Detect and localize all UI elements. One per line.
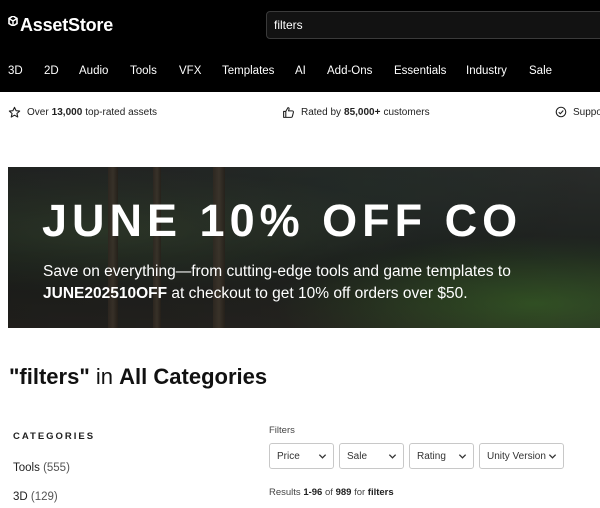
- rating-filter-dropdown[interactable]: Rating: [409, 443, 474, 469]
- top-header: AssetStore filters 3D 2D Audio Tools VFX…: [0, 0, 600, 92]
- nav-item-add-ons[interactable]: Add-Ons: [327, 65, 372, 77]
- banner-line-2: JUNE202510OFF at checkout to get 10% off…: [43, 283, 511, 305]
- nav-item-2d[interactable]: 2D: [44, 65, 59, 77]
- rated-count: 85,000+: [344, 106, 381, 118]
- nav-item-essentials[interactable]: Essentials: [394, 65, 446, 77]
- search-input-value: filters: [274, 18, 303, 32]
- category-item-3d[interactable]: 3D (129): [13, 491, 58, 503]
- nav-item-ai[interactable]: AI: [295, 65, 306, 77]
- category-label: Tools: [13, 462, 40, 474]
- results-query: filters: [367, 487, 394, 498]
- dropdown-label: Price: [277, 450, 300, 462]
- results-prefix: Results: [269, 487, 301, 498]
- search-input[interactable]: filters: [266, 11, 600, 39]
- dropdown-label: Unity Version: [487, 450, 546, 462]
- nav-item-templates[interactable]: Templates: [222, 65, 274, 77]
- results-heading-in: in: [95, 364, 114, 389]
- results-heading: "filters" in All Categories: [9, 364, 267, 390]
- categories-title: CATEGORIES: [13, 431, 96, 442]
- chevron-down-icon: [548, 454, 557, 459]
- nav-item-tools[interactable]: Tools: [130, 65, 157, 77]
- results-of: of: [324, 487, 333, 498]
- dropdown-label: Rating: [417, 450, 446, 462]
- results-total: 989: [335, 487, 352, 498]
- assets-prefix: Over: [27, 106, 49, 118]
- banner-title: JUNE 10% OFF CO: [42, 195, 523, 246]
- unity-version-filter-dropdown[interactable]: Unity Version: [479, 443, 564, 469]
- filters-label: Filters: [269, 425, 295, 436]
- check-circle-icon: [555, 106, 567, 118]
- results-heading-scope: All Categories: [119, 364, 268, 389]
- chevron-down-icon: [458, 454, 467, 459]
- price-filter-dropdown[interactable]: Price: [269, 443, 334, 469]
- nav-item-sale[interactable]: Sale: [529, 65, 552, 77]
- top-rated-assets-note: Over 13,000 top-rated assets: [8, 99, 157, 125]
- chevron-down-icon: [388, 454, 397, 459]
- category-count: (555): [43, 462, 70, 474]
- customer-rating-note: Rated by 85,000+ customers: [282, 99, 430, 125]
- unity-logo-icon: [8, 16, 18, 26]
- category-count: (129): [30, 491, 58, 503]
- chevron-down-icon: [318, 454, 327, 459]
- asset-store-logo[interactable]: AssetStore: [8, 13, 113, 37]
- promo-code: JUNE202510OFF: [43, 285, 168, 302]
- category-item-tools[interactable]: Tools (555): [13, 462, 70, 474]
- results-count: Results 1-96 of 989 for filters: [269, 487, 394, 498]
- banner-line-2-rest: at checkout to get 10% off orders over $…: [171, 285, 468, 302]
- nav-item-audio[interactable]: Audio: [79, 65, 108, 77]
- rated-prefix: Rated by: [301, 106, 342, 118]
- support-text: Suppo: [573, 106, 600, 118]
- nav-item-3d[interactable]: 3D: [8, 65, 23, 77]
- results-range: 1-96: [303, 487, 323, 498]
- banner-line-1: Save on everything—from cutting-edge too…: [43, 263, 511, 280]
- nav-item-vfx[interactable]: VFX: [179, 65, 201, 77]
- banner-description: Save on everything—from cutting-edge too…: [43, 261, 511, 305]
- assets-count: 13,000: [51, 106, 83, 118]
- logo-text: AssetStore: [20, 14, 114, 35]
- promo-banner[interactable]: JUNE 10% OFF CO Save on everything—from …: [8, 167, 600, 328]
- value-proposition-bar: Over 13,000 top-rated assets Rated by 85…: [0, 99, 600, 125]
- sale-filter-dropdown[interactable]: Sale: [339, 443, 404, 469]
- category-label: 3D: [13, 491, 28, 503]
- results-for: for: [354, 487, 366, 498]
- rated-suffix: customers: [383, 106, 430, 118]
- results-heading-query: "filters": [9, 364, 90, 389]
- dropdown-label: Sale: [347, 450, 368, 462]
- assets-suffix: top-rated assets: [85, 106, 157, 118]
- nav-item-industry[interactable]: Industry: [466, 65, 507, 77]
- support-note: Suppo: [555, 99, 600, 125]
- star-icon: [8, 106, 21, 118]
- thumbs-up-icon: [283, 106, 294, 118]
